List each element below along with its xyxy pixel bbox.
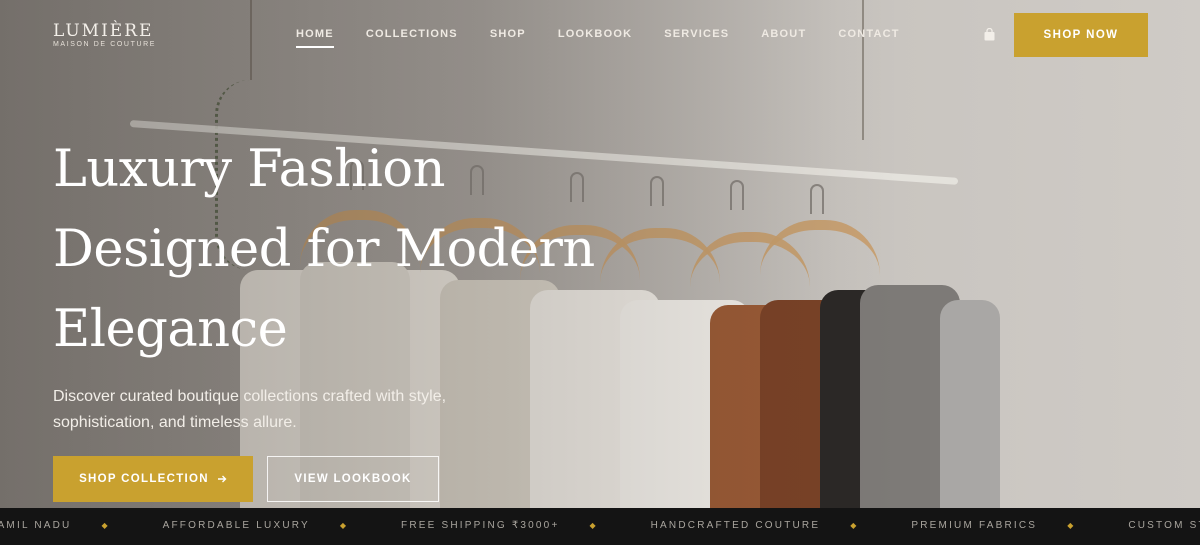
nav-contact[interactable]: CONTACT: [838, 28, 899, 40]
nav-services[interactable]: SERVICES: [664, 28, 729, 40]
shop-collection-label: SHOP COLLECTION: [79, 473, 209, 485]
diamond-separator-icon: ◆: [101, 521, 108, 530]
diamond-separator-icon: ◆: [339, 521, 347, 530]
marquee-track: TAMIL NADU ◆ AFFORDABLE LUXURY ◆ FREE SH…: [0, 520, 1200, 531]
top-navigation: LUMIÈRE MAISON DE COUTURE HOME COLLECTIO…: [0, 0, 1200, 70]
main-menu: HOME COLLECTIONS SHOP LOOKBOOK SERVICES …: [296, 28, 900, 48]
diamond-separator-icon: ◆: [850, 521, 857, 530]
nav-about[interactable]: ABOUT: [761, 28, 806, 40]
arrow-right-icon: [217, 475, 227, 483]
hero-subtitle: Discover curated boutique collections cr…: [53, 388, 447, 431]
marquee-item: HANDCRAFTED COUTURE: [650, 520, 821, 531]
diamond-separator-icon: ◆: [589, 521, 596, 530]
marquee-item: AFFORDABLE LUXURY: [162, 520, 310, 531]
nav-home[interactable]: HOME: [296, 28, 334, 48]
shop-now-button[interactable]: SHOP NOW: [1014, 13, 1148, 57]
announcement-marquee: TAMIL NADU ◆ AFFORDABLE LUXURY ◆ FREE SH…: [0, 508, 1200, 545]
diamond-separator-icon: ◆: [1067, 521, 1074, 530]
nav-collections[interactable]: COLLECTIONS: [366, 28, 458, 40]
brand-logo[interactable]: LUMIÈRE MAISON DE COUTURE: [53, 22, 156, 48]
nav-shop[interactable]: SHOP: [490, 28, 526, 40]
nav-lookbook[interactable]: LOOKBOOK: [558, 28, 632, 40]
shopping-bag-icon[interactable]: [983, 28, 996, 41]
marquee-item: FREE SHIPPING ₹3000+: [401, 520, 560, 531]
brand-tagline: MAISON DE COUTURE: [53, 41, 157, 48]
view-lookbook-button[interactable]: VIEW LOOKBOOK: [267, 456, 439, 502]
hero-headline: Luxury Fashion Designed for Modern Elega…: [53, 140, 595, 359]
marquee-item: TAMIL NADU: [0, 520, 72, 531]
marquee-item: PREMIUM FABRICS: [911, 520, 1038, 531]
shop-collection-button[interactable]: SHOP COLLECTION: [53, 456, 253, 502]
marquee-item: CUSTOM STITCHING: [1128, 520, 1200, 531]
brand-name: LUMIÈRE: [53, 21, 154, 41]
